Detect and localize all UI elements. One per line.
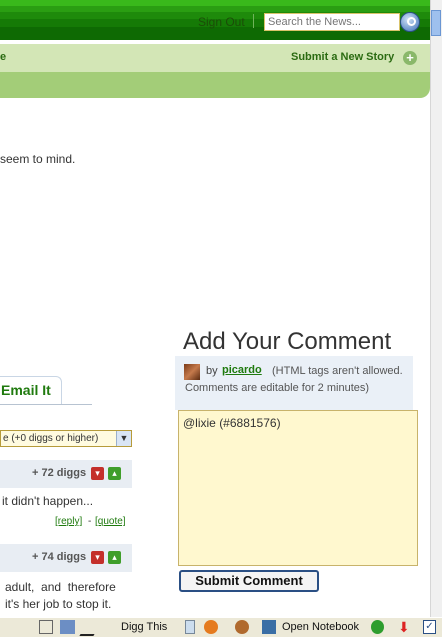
tab-email-it[interactable]: Email It [0,376,62,404]
notebook-icon[interactable] [262,620,276,634]
submit-comment-button[interactable]: Submit Comment [179,570,319,592]
page-icon[interactable] [185,620,195,634]
resize-icon[interactable] [39,620,53,634]
html-tags-note: (HTML tags aren't allowed. [272,365,403,377]
digg-icon[interactable]: ▴ [108,467,121,480]
avatar[interactable] [184,364,200,380]
story-teaser-text: seem to mind. [0,152,76,166]
by-label: by [206,365,218,377]
digg-count: + 74 diggs [32,551,87,563]
search-icon[interactable] [400,12,420,32]
submit-story-link[interactable]: Submit a New Story [291,51,394,63]
comment-text-continued: it's her job to stop it. [5,597,112,611]
plus-circle-icon[interactable]: + [403,51,417,65]
quote-link[interactable]: [quote] [95,516,126,527]
search-input[interactable] [264,13,400,31]
vertical-scrollbar[interactable] [430,0,442,617]
reply-link[interactable]: [reply] [55,516,82,527]
check-circle-icon[interactable] [371,620,384,634]
sign-out-link[interactable]: Sign Out [198,15,245,29]
firefox-icon[interactable] [204,620,218,634]
scrollbar-thumb[interactable] [431,10,441,36]
tab-divider [0,404,92,405]
monkey-icon[interactable] [235,620,249,634]
link-separator: - [88,516,92,527]
comment-text: it didn't happen... [2,494,94,508]
digg-icon[interactable]: ▴ [108,551,121,564]
digg-count: + 72 diggs [32,467,87,479]
header-divider [253,14,254,28]
comment-text: adult, and therefore [5,580,116,594]
open-notebook-button[interactable]: Open Notebook [282,621,359,633]
chevron-down-icon[interactable]: ▼ [116,431,131,446]
username-link[interactable]: picardo [222,364,262,376]
window-icon[interactable] [60,620,75,634]
bury-icon[interactable]: ▾ [91,467,104,480]
bury-icon[interactable]: ▾ [91,551,104,564]
subnav-left-link[interactable]: e [0,51,6,63]
story-header-strip [0,72,430,98]
add-comment-heading: Add Your Comment [183,328,392,355]
editable-note: Comments are editable for 2 minutes) [185,382,370,394]
arrow-down-icon[interactable]: ⬇ [398,620,412,634]
checkbox-icon[interactable]: ✓ [423,620,436,634]
comment-textarea[interactable] [178,410,418,566]
comment-filter-select[interactable]: e (+0 diggs or higher) [0,430,132,447]
digg-this-button[interactable]: Digg This [121,621,167,633]
